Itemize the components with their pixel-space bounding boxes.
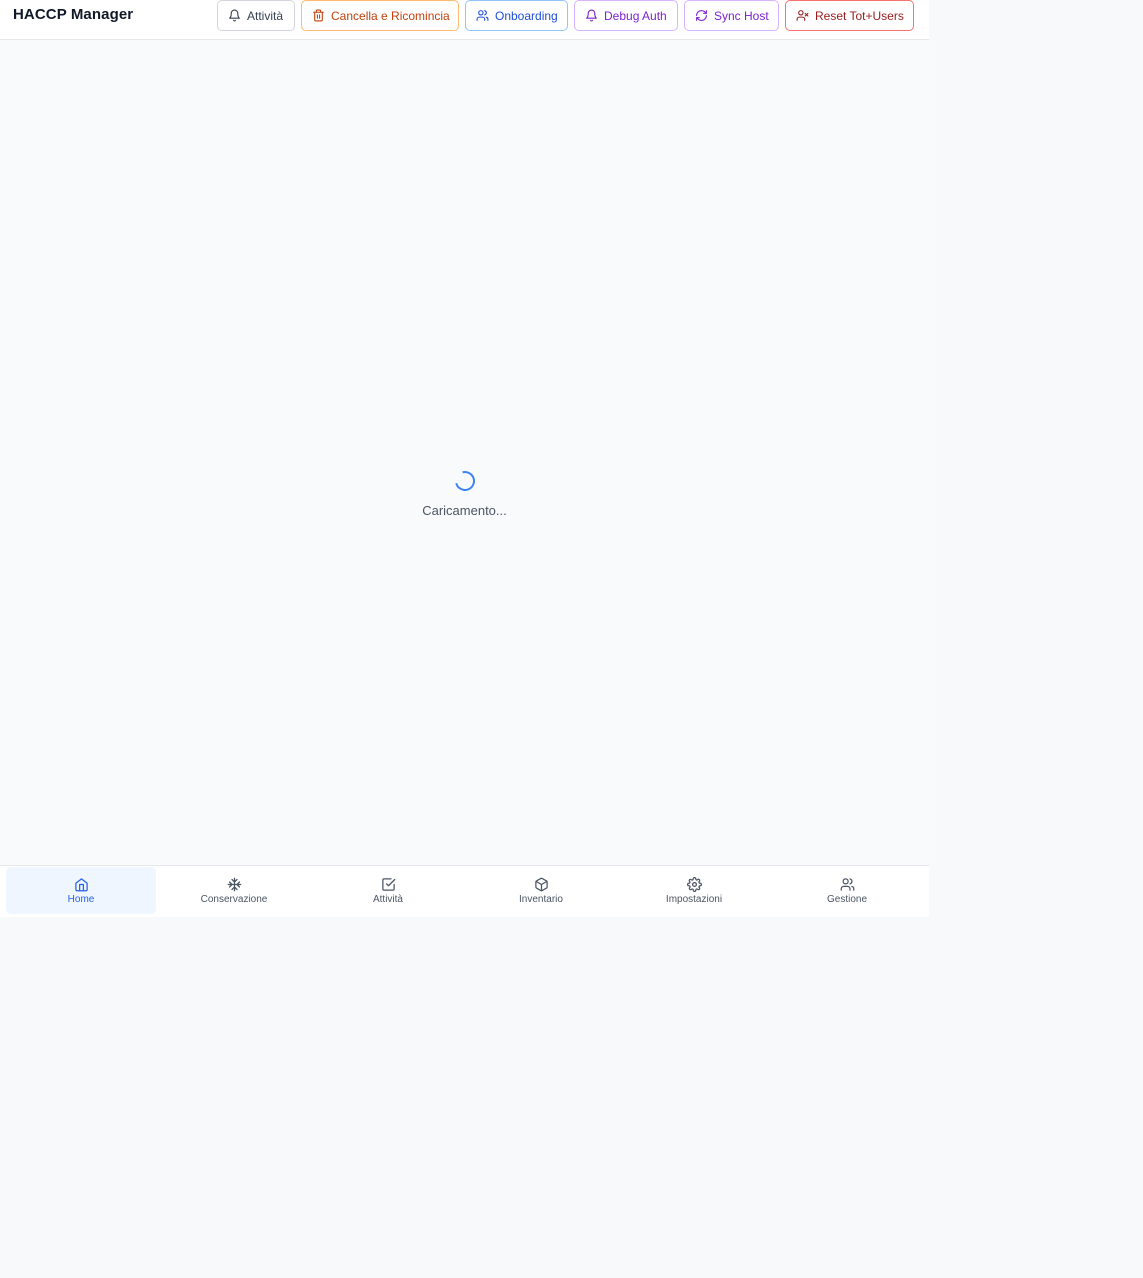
nav-label-impostazioni: Impostazioni bbox=[665, 893, 723, 905]
refresh-icon bbox=[695, 9, 708, 22]
spinner-icon bbox=[450, 467, 479, 495]
sync-host-button-label: Sync Host bbox=[714, 8, 769, 23]
user-x-icon bbox=[796, 9, 809, 22]
reset-restart-button-label: Cancella e Ricomincia bbox=[331, 8, 450, 23]
users-icon bbox=[840, 877, 855, 892]
onboarding-button-label: Onboarding bbox=[495, 8, 558, 23]
home-icon bbox=[74, 877, 89, 892]
nav-item-gestione[interactable]: Gestione bbox=[772, 867, 922, 914]
package-icon bbox=[534, 877, 549, 892]
nav-label-inventario: Inventario bbox=[519, 893, 563, 905]
toolbar-actions: Attività Cancella e Ricomincia Onboardin… bbox=[217, 0, 914, 31]
bottom-navigation: Home Conservazione Attività Inventario I bbox=[0, 865, 929, 917]
users-icon bbox=[476, 9, 489, 22]
activity-button[interactable]: Attività bbox=[217, 0, 295, 31]
nav-item-inventario[interactable]: Inventario bbox=[466, 867, 616, 914]
nav-label-gestione: Gestione bbox=[826, 893, 868, 905]
nav-item-impostazioni[interactable]: Impostazioni bbox=[619, 867, 769, 914]
reset-users-button[interactable]: Reset Tot+Users bbox=[785, 0, 914, 31]
nav-label-conservazione: Conservazione bbox=[200, 893, 268, 905]
nav-item-home[interactable]: Home bbox=[6, 867, 156, 914]
nav-item-conservazione[interactable]: Conservazione bbox=[159, 867, 309, 914]
onboarding-button[interactable]: Onboarding bbox=[465, 0, 568, 31]
debug-auth-button-label: Debug Auth bbox=[604, 8, 667, 23]
reset-users-button-label: Reset Tot+Users bbox=[815, 8, 904, 23]
debug-auth-button[interactable]: Debug Auth bbox=[574, 0, 678, 31]
app-root: HACCP Manager Attività Cancella e Ricomi… bbox=[0, 0, 929, 917]
snowflake-icon bbox=[227, 877, 242, 892]
app-title: HACCP Manager bbox=[13, 6, 134, 23]
nav-label-attivita: Attività bbox=[372, 893, 403, 905]
gear-icon bbox=[686, 876, 702, 892]
bell-icon bbox=[228, 9, 241, 22]
activity-button-label: Attività bbox=[247, 8, 284, 23]
bell-icon bbox=[585, 9, 598, 22]
reset-restart-button[interactable]: Cancella e Ricomincia bbox=[301, 0, 459, 31]
check-square-icon bbox=[381, 877, 396, 892]
loading-indicator: Caricamento... bbox=[0, 467, 929, 518]
sync-host-button[interactable]: Sync Host bbox=[684, 0, 779, 31]
nav-label-home: Home bbox=[67, 893, 95, 905]
trash-icon bbox=[312, 9, 325, 22]
nav-item-attivita[interactable]: Attività bbox=[313, 867, 463, 914]
top-bar: HACCP Manager Attività Cancella e Ricomi… bbox=[0, 0, 929, 40]
loading-text: Caricamento... bbox=[422, 503, 507, 518]
